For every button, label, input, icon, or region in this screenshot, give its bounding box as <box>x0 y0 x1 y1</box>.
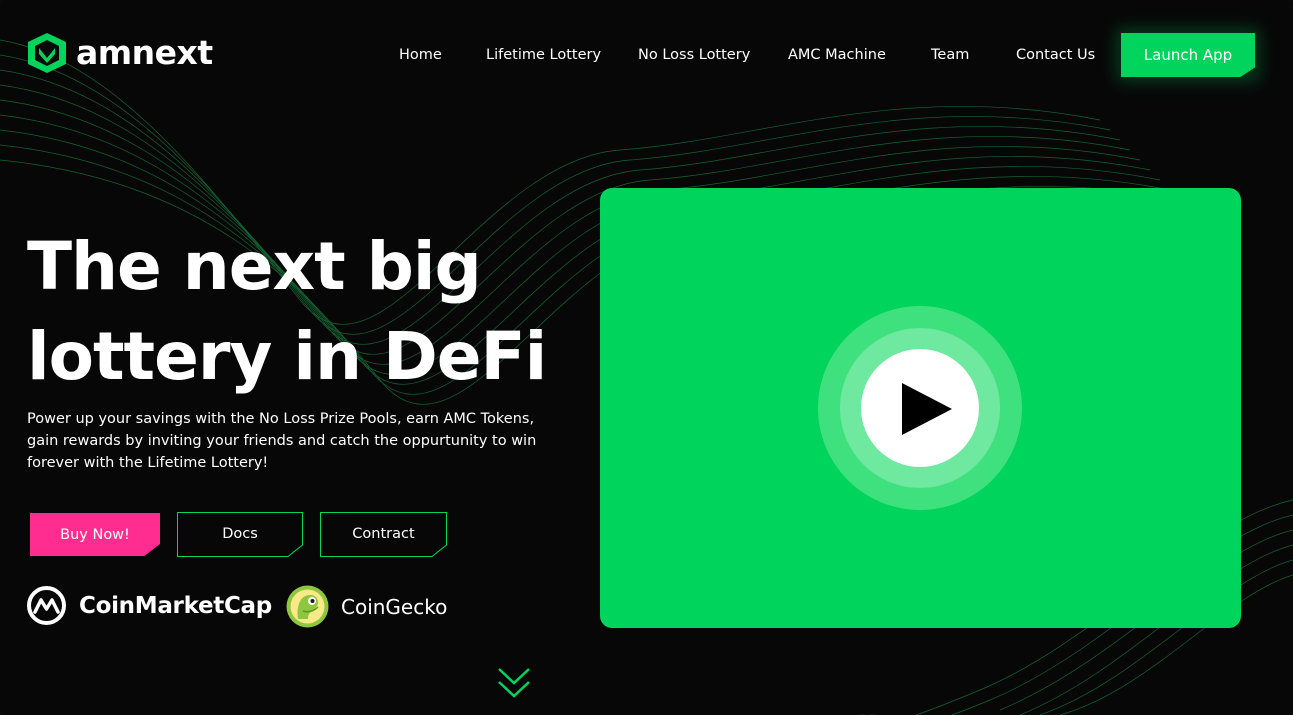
coingecko-icon <box>286 585 329 628</box>
coingecko-label: CoinGecko <box>341 594 448 619</box>
buy-now-button[interactable]: Buy Now! <box>30 513 160 556</box>
nav-item-home[interactable]: Home <box>399 44 442 66</box>
brand-logo[interactable]: amnext <box>26 32 213 74</box>
coinmarketcap-label: CoinMarketCap <box>79 592 272 619</box>
coinmarketcap-link[interactable]: CoinMarketCap <box>26 585 272 626</box>
nav-item-amc-machine[interactable]: AMC Machine <box>788 44 886 66</box>
launch-app-button[interactable]: Launch App <box>1121 33 1255 77</box>
landing-page: amnext Home Lifetime Lottery No Loss Lot… <box>0 0 1293 715</box>
nav-item-no-loss-lottery[interactable]: No Loss Lottery <box>638 44 750 66</box>
hero-title: The next big lottery in DeFi <box>27 222 587 402</box>
nav-item-team[interactable]: Team <box>931 44 969 66</box>
contract-button[interactable]: Contract <box>320 512 447 557</box>
nav-item-contact-us[interactable]: Contact Us <box>1016 44 1095 66</box>
video-player[interactable] <box>600 188 1241 628</box>
contract-button-label: Contract <box>352 526 415 542</box>
play-icon <box>902 383 952 435</box>
nav-item-lifetime-lottery[interactable]: Lifetime Lottery <box>486 44 601 66</box>
docs-button[interactable]: Docs <box>177 512 303 557</box>
coingecko-link[interactable]: CoinGecko <box>286 585 447 628</box>
hero-description: Power up your savings with the No Loss P… <box>27 411 537 471</box>
brand-name: amnext <box>76 33 213 72</box>
docs-button-label: Docs <box>222 526 258 542</box>
coinmarketcap-icon <box>27 586 66 625</box>
hero-title-line-2: lottery in DeFi <box>27 318 547 395</box>
amnext-logo-icon <box>28 33 66 73</box>
hero-title-line-1: The next big <box>27 228 482 305</box>
double-chevron-down-icon[interactable] <box>497 666 531 700</box>
